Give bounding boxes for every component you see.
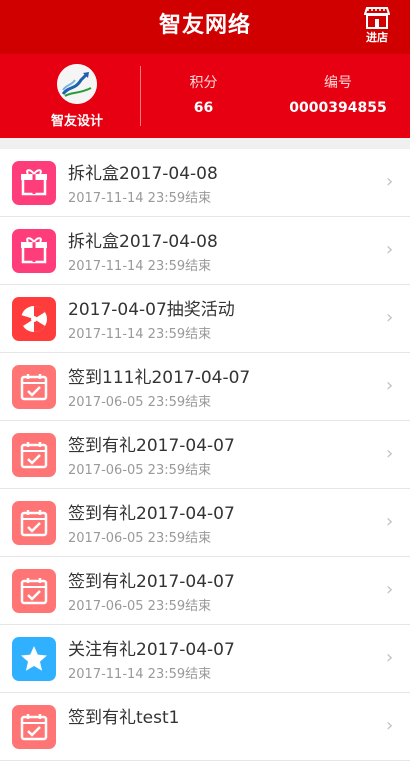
number-value: 0000394855	[289, 100, 387, 116]
star-icon	[12, 637, 56, 681]
activity-title: 2017-04-07抽奖活动	[68, 300, 235, 320]
activity-title: 签到有礼2017-04-07	[68, 572, 235, 592]
activity-end-time: 2017-06-05 23:59结束	[68, 531, 212, 546]
member-number-stat: 编号 0000394855	[266, 54, 410, 138]
list-item[interactable]: 关注有礼2017-04-07 2017-11-14 23:59结束 ›	[0, 625, 410, 693]
calendar-check-icon	[12, 365, 56, 409]
activity-end-time: 2017-06-05 23:59结束	[68, 599, 212, 614]
activity-list: 拆礼盒2017-04-08 2017-11-14 23:59结束 › 拆礼盒20…	[0, 149, 410, 761]
activity-end-time: 2017-06-05 23:59结束	[68, 463, 212, 478]
user-name: 智友设计	[50, 114, 103, 129]
activity-title: 拆礼盒2017-04-08	[68, 164, 218, 184]
store-icon	[364, 7, 390, 29]
activity-title: 签到有礼2017-04-07	[68, 504, 235, 524]
list-item[interactable]: 签到有礼2017-04-07 2017-06-05 23:59结束 ›	[0, 557, 410, 625]
chevron-right-icon: ›	[386, 375, 394, 396]
calendar-check-icon	[12, 433, 56, 477]
avatar-logo-icon	[57, 64, 97, 104]
list-item[interactable]: 签到111礼2017-04-07 2017-06-05 23:59结束 ›	[0, 353, 410, 421]
chevron-right-icon: ›	[386, 647, 394, 668]
chevron-right-icon: ›	[386, 171, 394, 192]
store-label: 进店	[366, 31, 388, 44]
activity-title: 签到有礼2017-04-07	[68, 436, 235, 456]
points-stat: 积分 66	[141, 54, 266, 138]
chevron-right-icon: ›	[386, 579, 394, 600]
activity-end-time: 2017-11-14 23:59结束	[68, 259, 212, 274]
list-item[interactable]: 拆礼盒2017-04-08 2017-11-14 23:59结束 ›	[0, 149, 410, 217]
list-item[interactable]: 签到有礼2017-04-07 2017-06-05 23:59结束 ›	[0, 421, 410, 489]
chevron-right-icon: ›	[386, 239, 394, 260]
gift-icon	[12, 229, 56, 273]
activity-end-time: 2017-11-14 23:59结束	[68, 667, 212, 682]
user-info[interactable]: 智友设计	[0, 54, 140, 138]
calendar-check-icon	[12, 569, 56, 613]
gift-icon	[12, 161, 56, 205]
avatar[interactable]	[57, 64, 97, 104]
activity-end-time: 2017-06-05 23:59结束	[68, 395, 212, 410]
list-item[interactable]: 签到有礼2017-04-07 2017-06-05 23:59结束 ›	[0, 489, 410, 557]
activity-title: 签到有礼test1	[68, 708, 180, 728]
chevron-right-icon: ›	[386, 443, 394, 464]
activity-end-time: 2017-11-14 23:59结束	[68, 191, 212, 206]
enter-store-button[interactable]: 进店	[362, 6, 392, 48]
calendar-check-icon	[12, 501, 56, 545]
list-item[interactable]: 签到有礼test1 ›	[0, 693, 410, 761]
chevron-right-icon: ›	[386, 715, 394, 736]
list-item[interactable]: 拆礼盒2017-04-08 2017-11-14 23:59结束 ›	[0, 217, 410, 285]
calendar-check-icon	[12, 705, 56, 749]
list-item[interactable]: 2017-04-07抽奖活动 2017-11-14 23:59结束 ›	[0, 285, 410, 353]
prize-wheel-icon	[12, 297, 56, 341]
activity-title: 签到111礼2017-04-07	[68, 368, 251, 388]
activity-title: 关注有礼2017-04-07	[68, 640, 235, 660]
points-value: 66	[193, 100, 214, 116]
chevron-right-icon: ›	[386, 307, 394, 328]
chevron-right-icon: ›	[386, 511, 394, 532]
page-title: 智友网络	[158, 13, 251, 38]
activity-end-time: 2017-11-14 23:59结束	[68, 327, 212, 342]
app-header: 智友网络 进店	[0, 0, 410, 54]
activity-title: 拆礼盒2017-04-08	[68, 232, 218, 252]
number-label: 编号	[324, 75, 352, 91]
profile-panel: 智友设计 积分 66 编号 0000394855	[0, 54, 410, 138]
points-label: 积分	[189, 75, 218, 91]
